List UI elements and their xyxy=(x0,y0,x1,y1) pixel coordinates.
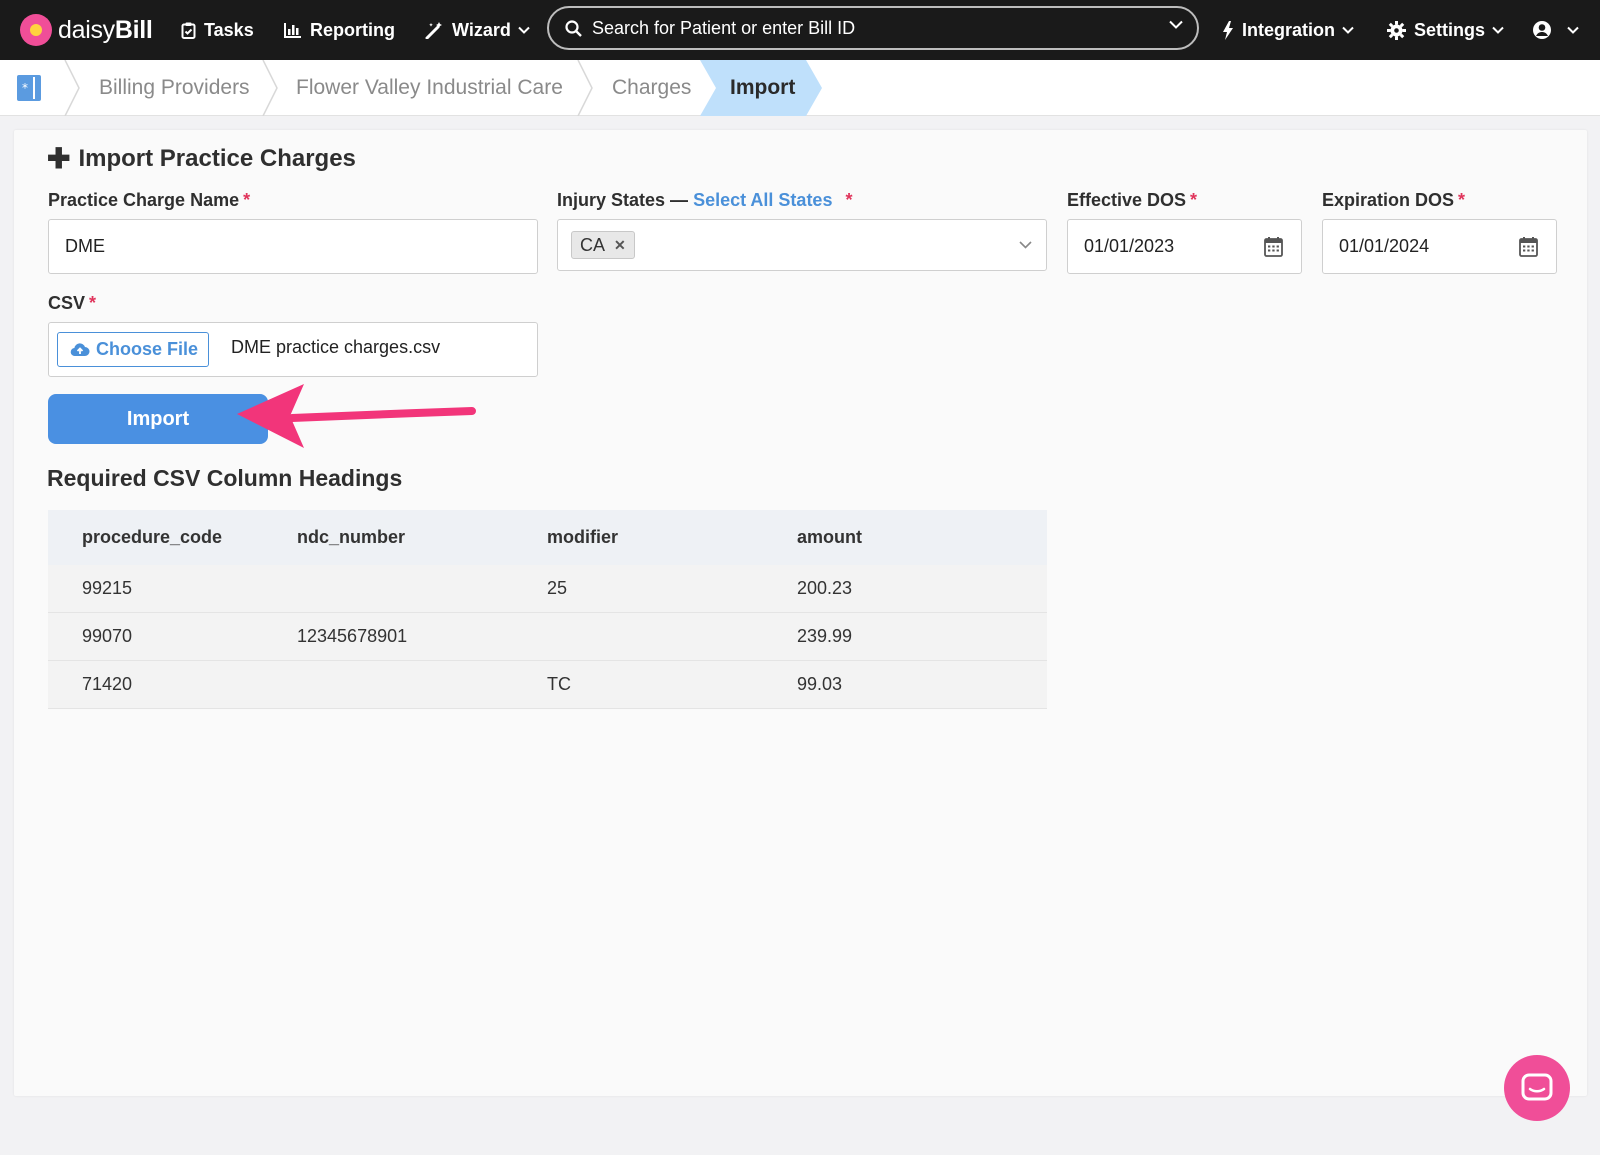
table-cell: 71420 xyxy=(82,674,133,694)
charge-name-label-text: Practice Charge Name xyxy=(48,190,240,210)
nav-reporting-label: Reporting xyxy=(310,19,395,40)
search-placeholder: Search for Patient or enter Bill ID xyxy=(592,17,856,38)
injury-states-label: Injury States — Select All States * xyxy=(557,190,853,211)
table-cell: 99070 xyxy=(82,626,133,646)
breadcrumb-import: Import xyxy=(700,60,824,116)
state-tag-label: CA xyxy=(580,234,606,255)
breadcrumb-separator-icon xyxy=(64,60,80,116)
table-header: procedure_code ndc_number modifier amoun… xyxy=(48,510,1047,565)
table-cell: 12345678901 xyxy=(297,626,408,646)
injury-states-label-text: Injury States — xyxy=(557,190,689,210)
csv-columns-heading: Required CSV Column Headings xyxy=(47,465,403,491)
page-title: ✚ Import Practice Charges xyxy=(47,145,356,173)
chevron-down-icon xyxy=(1567,26,1579,34)
calendar-icon[interactable] xyxy=(1519,236,1538,257)
gear-icon xyxy=(1387,20,1406,40)
selected-file-name: DME practice charges.csv xyxy=(231,337,441,357)
chat-icon xyxy=(1521,1073,1553,1101)
required-asterisk: * xyxy=(1190,190,1198,210)
csv-label: CSV * xyxy=(48,293,96,314)
charge-name-value: DME xyxy=(65,236,105,256)
search-icon xyxy=(565,19,582,37)
csv-label-text: CSV xyxy=(48,293,86,313)
expiration-dos-input[interactable]: 01/01/2024 xyxy=(1322,219,1557,274)
injury-states-select[interactable]: CA ✕ xyxy=(557,219,1047,271)
required-asterisk: * xyxy=(89,293,97,313)
patient-search-input[interactable]: Search for Patient or enter Bill ID xyxy=(547,6,1199,50)
column-header: modifier xyxy=(547,527,619,547)
calendar-icon[interactable] xyxy=(1264,236,1283,257)
nav-integration-label: Integration xyxy=(1242,19,1335,40)
effective-dos-label: Effective DOS * xyxy=(1067,190,1197,211)
app-logo[interactable]: daisyBill xyxy=(20,0,153,60)
expiration-dos-value: 01/01/2024 xyxy=(1339,236,1430,256)
charge-name-label: Practice Charge Name * xyxy=(48,190,250,211)
table-cell: TC xyxy=(547,674,571,694)
clipboard-check-icon xyxy=(181,22,196,39)
choose-file-label: Choose File xyxy=(96,339,199,359)
expiration-dos-label-text: Expiration DOS xyxy=(1322,190,1455,210)
bar-chart-icon xyxy=(284,23,301,38)
brand-name: daisyBill xyxy=(58,15,153,44)
daisy-logo-icon xyxy=(20,14,52,46)
svg-text:*: * xyxy=(22,81,28,95)
top-navbar: daisyBill Tasks Reporting Wizard Search … xyxy=(0,0,1600,60)
chat-launcher-button[interactable] xyxy=(1504,1055,1570,1121)
column-header: procedure_code xyxy=(82,527,223,547)
effective-dos-value: 01/01/2023 xyxy=(1084,236,1175,256)
nav-tasks[interactable]: Tasks xyxy=(181,0,254,60)
user-menu[interactable] xyxy=(1532,0,1579,60)
state-tag-ca: CA ✕ xyxy=(571,231,635,259)
table-row: 99070 12345678901 239.99 xyxy=(48,613,1047,661)
chevron-down-icon xyxy=(1492,26,1504,34)
nav-tasks-label: Tasks xyxy=(204,19,254,40)
user-circle-icon xyxy=(1533,21,1551,39)
cloud-upload-icon xyxy=(70,342,90,356)
breadcrumb-practice[interactable]: Flower Valley Industrial Care xyxy=(296,60,563,116)
nav-settings[interactable]: Settings xyxy=(1387,0,1504,60)
choose-file-button[interactable]: Choose File xyxy=(57,332,209,367)
breadcrumb: * Billing Providers Flower Valley Indust… xyxy=(0,60,1600,116)
breadcrumb-separator-icon xyxy=(577,60,593,116)
required-asterisk: * xyxy=(243,190,251,210)
chevron-down-icon[interactable] xyxy=(1169,20,1183,29)
breadcrumb-billing-providers[interactable]: Billing Providers xyxy=(99,60,250,116)
table-cell: 99215 xyxy=(82,578,133,598)
required-asterisk: * xyxy=(845,190,853,210)
magic-wand-icon xyxy=(425,22,442,39)
column-header: amount xyxy=(797,527,862,547)
table-cell: 99.03 xyxy=(797,674,843,694)
nav-reporting[interactable]: Reporting xyxy=(284,0,395,60)
select-all-states-link[interactable]: Select All States xyxy=(693,190,832,210)
lightning-bolt-icon xyxy=(1223,20,1233,40)
effective-dos-label-text: Effective DOS xyxy=(1067,190,1187,210)
csv-columns-table: procedure_code ndc_number modifier amoun… xyxy=(48,510,1047,709)
table-cell: 200.23 xyxy=(797,578,853,598)
breadcrumb-charges[interactable]: Charges xyxy=(612,60,691,116)
nav-integration[interactable]: Integration xyxy=(1222,0,1354,60)
chevron-down-icon xyxy=(1019,241,1032,249)
table-cell: 239.99 xyxy=(797,626,853,646)
breadcrumb-separator-icon xyxy=(262,60,278,116)
table-cell: 25 xyxy=(547,578,568,598)
breadcrumb-active-label: Import xyxy=(730,76,796,99)
chevron-down-icon xyxy=(518,26,530,34)
nav-wizard[interactable]: Wizard xyxy=(425,0,530,60)
effective-dos-input[interactable]: 01/01/2023 xyxy=(1067,219,1302,274)
column-header: ndc_number xyxy=(297,527,406,547)
table-row: 71420 TC 99.03 xyxy=(48,661,1047,709)
page-title-text: Import Practice Charges xyxy=(78,145,356,172)
nav-settings-label: Settings xyxy=(1414,19,1486,40)
csv-file-input[interactable]: Choose File DME practice charges.csv xyxy=(48,322,538,377)
charge-name-input[interactable]: DME xyxy=(48,219,538,274)
required-asterisk: * xyxy=(1458,190,1466,210)
annotation-arrow-icon xyxy=(237,384,476,448)
remove-tag-icon[interactable]: ✕ xyxy=(614,237,626,254)
sidebar-toggle-icon[interactable]: * xyxy=(16,74,42,102)
plus-icon: ✚ xyxy=(47,143,71,174)
nav-wizard-label: Wizard xyxy=(452,19,511,40)
table-row: 99215 25 200.23 xyxy=(48,565,1047,613)
expiration-dos-label: Expiration DOS * xyxy=(1322,190,1465,211)
chevron-down-icon xyxy=(1342,26,1354,34)
